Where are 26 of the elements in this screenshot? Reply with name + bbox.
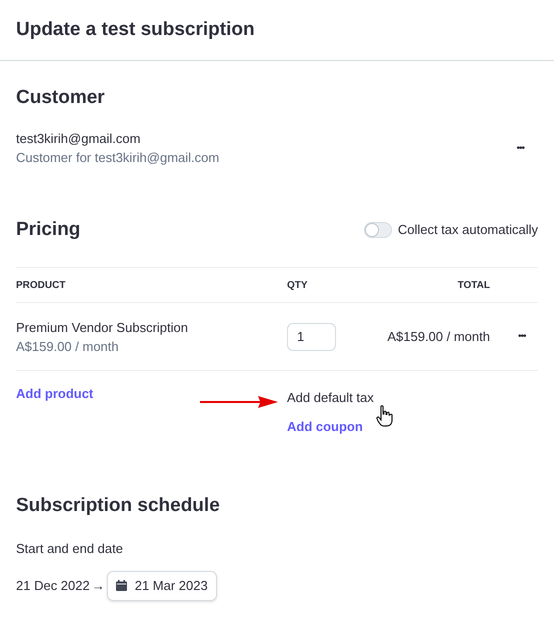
quantity-field[interactable]: 1	[287, 322, 336, 350]
toggle-switch[interactable]	[364, 222, 392, 238]
hand-cursor-icon	[376, 405, 393, 427]
add-coupon-link[interactable]: Add coupon	[287, 416, 363, 436]
product-name: Premium Vendor Subscription	[16, 318, 189, 336]
field-label: Start and end date	[16, 540, 124, 558]
add-product-link[interactable]: Add product	[16, 384, 287, 404]
end-date-button[interactable]: 21 Mar 2023	[106, 570, 217, 600]
start-date: 21 Dec 2022	[16, 576, 90, 595]
section-heading: Customer	[16, 86, 106, 110]
column-header: PRODUCT	[16, 278, 66, 292]
calendar-icon	[116, 580, 127, 591]
more-button[interactable]: •••	[514, 329, 530, 344]
row-total: A$159.00 / month	[386, 328, 490, 346]
arrow-glyph: →	[92, 576, 105, 595]
customer-email: test3kirih@gmail.com	[16, 130, 142, 148]
section-heading: Subscription schedule	[16, 494, 221, 518]
column-header: QTY	[287, 278, 309, 292]
add-tax-link[interactable]: Add default tax	[287, 388, 374, 408]
more-button[interactable]: •••	[512, 140, 528, 156]
column-header: TOTAL	[456, 278, 490, 292]
page-title: Update a test subscription	[16, 18, 255, 42]
product-price: A$159.00 / month	[16, 338, 120, 356]
toggle-label: Collect tax automatically	[398, 221, 538, 240]
customer-description: Customer for test3kirih@gmail.com	[16, 149, 220, 167]
section-heading: Pricing	[16, 218, 80, 242]
